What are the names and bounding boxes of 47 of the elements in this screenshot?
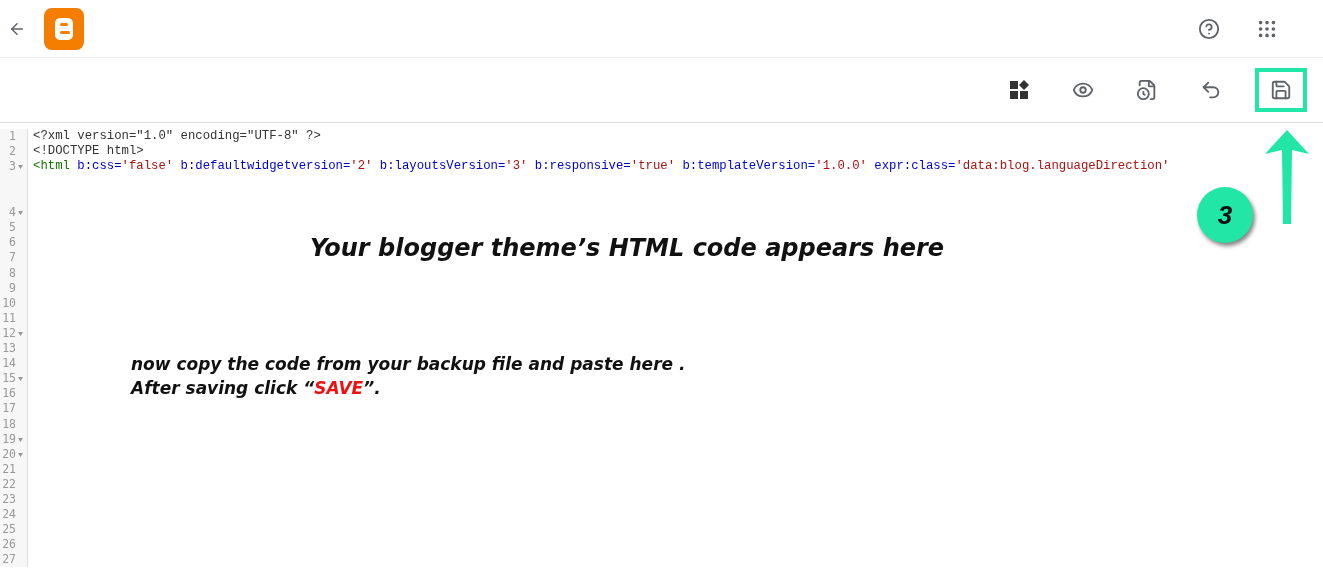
line-number: 18: [2, 416, 16, 432]
line-number: 1: [9, 129, 16, 144]
line-number: 21: [2, 461, 16, 477]
line-number: 6: [9, 235, 16, 251]
line-number: 8: [9, 265, 16, 281]
file-restore-icon: [1136, 79, 1158, 101]
widgets-icon: [1009, 80, 1029, 100]
line-number: 2: [9, 144, 16, 160]
save-icon: [1270, 79, 1292, 101]
save-button[interactable]: [1255, 68, 1307, 112]
line-number: 10: [2, 295, 16, 311]
line-number: 15: [2, 371, 16, 387]
line-number: 24: [2, 507, 16, 523]
line-number: 25: [2, 522, 16, 538]
annotation-headline: Your blogger theme’s HTML code appears here: [310, 234, 945, 262]
blog-logo-icon[interactable]: [44, 7, 84, 50]
help-icon: [1198, 17, 1220, 40]
line-number: 11: [2, 310, 16, 326]
line-number: 13: [2, 341, 16, 357]
line-number: 9: [9, 280, 16, 296]
line-number: 27: [2, 552, 16, 568]
fold-triangle-icon[interactable]: [18, 331, 23, 336]
line-number: 17: [2, 401, 16, 417]
line-number: 14: [2, 356, 16, 372]
line-number: 22: [2, 476, 16, 492]
fold-triangle-icon[interactable]: [18, 165, 23, 170]
line-number: 4: [9, 205, 16, 221]
fold-triangle-icon[interactable]: [18, 211, 23, 216]
line-number: 16: [2, 386, 16, 402]
fold-triangle-icon[interactable]: [18, 452, 23, 457]
line-number: 5: [9, 220, 16, 236]
line-number: 7: [9, 250, 16, 266]
code-line: <!DOCTYPE html>: [32, 144, 144, 160]
code-line: <html b:css='false' b:defaultwidgetversion='2' b:layoutsVersion='3' b:responsive='true' b:templateVersion='1.0.0' expr:class='data:blog.languageDirection': [32, 159, 1170, 176]
undo-icon: [1200, 79, 1222, 101]
step-badge: 3: [1197, 187, 1253, 243]
line-number: 3: [9, 159, 16, 175]
line-number: 19: [2, 431, 16, 447]
code-line: <?xml version="1.0" encoding="UTF-8" ?>: [32, 129, 321, 145]
fold-triangle-icon[interactable]: [18, 377, 23, 382]
annotation-text: now copy the code from your backup file and paste here .: [131, 353, 686, 376]
annotation-text: After saving click “SAVE”.: [131, 377, 382, 400]
fold-triangle-icon[interactable]: [18, 437, 23, 442]
line-number: 26: [2, 537, 16, 553]
line-number: 12: [2, 325, 16, 341]
line-number: 20: [2, 446, 16, 462]
line-number: 23: [2, 491, 16, 507]
